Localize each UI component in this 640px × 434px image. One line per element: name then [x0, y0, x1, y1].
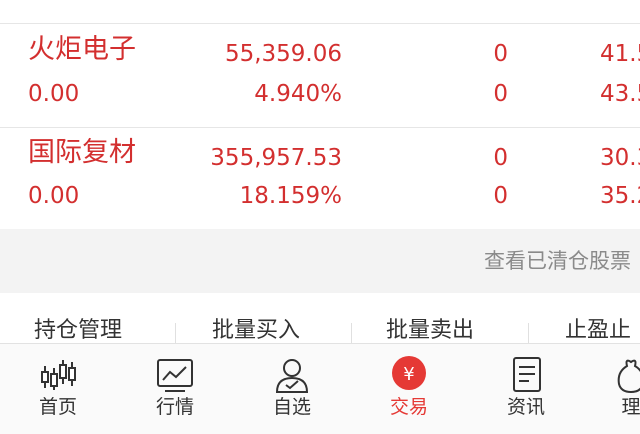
- position-row[interactable]: 国际复材 355,957.53 0 30.3 0.00 18.159% 0 35…: [0, 128, 640, 232]
- tab-label: 资讯: [506, 396, 545, 418]
- chart-icon: [157, 359, 193, 392]
- available-quantity: 0: [493, 183, 508, 209]
- profit-loss: 0.00: [28, 183, 80, 209]
- action-separator: [528, 323, 529, 343]
- cost-price: 43.5: [600, 81, 640, 107]
- tab-label: 自选: [272, 396, 311, 418]
- action-separator: [175, 323, 176, 343]
- wealth-icon: [617, 359, 640, 394]
- take-profit-stop-loss-button[interactable]: 止盈止: [565, 317, 631, 343]
- position-row[interactable]: 火炬电子 55,359.06 0 41.5 0.00 4.940% 0 43.5: [0, 24, 640, 128]
- tab-home[interactable]: 首页: [13, 344, 103, 434]
- user-icon: [275, 359, 309, 393]
- tab-wealth[interactable]: 理: [586, 344, 640, 434]
- position-ratio: 18.159%: [239, 183, 342, 209]
- price: 30.3: [600, 145, 640, 171]
- tab-market[interactable]: 行情: [130, 344, 220, 434]
- tab-trade[interactable]: ¥ 交易: [364, 344, 454, 434]
- manage-positions-button[interactable]: 持仓管理: [34, 317, 122, 343]
- stock-name: 国际复材: [28, 137, 136, 168]
- available-quantity: 0: [493, 81, 508, 107]
- tab-label: 首页: [38, 396, 77, 418]
- yen-icon: ¥: [392, 356, 426, 390]
- tab-label: 行情: [155, 396, 194, 418]
- cleared-positions-link[interactable]: 查看已清仓股票: [484, 247, 631, 275]
- tab-watchlist[interactable]: 自选: [247, 344, 337, 434]
- document-icon: [513, 357, 541, 392]
- quantity: 0: [493, 145, 508, 171]
- cost-price: 35.2: [600, 183, 640, 209]
- stock-name: 火炬电子: [28, 34, 136, 65]
- market-value: 55,359.06: [224, 41, 342, 67]
- action-bar: 持仓管理 批量买入 批量卖出 止盈止: [0, 293, 640, 343]
- bottom-tab-bar: 首页 行情 自选 ¥ 交易 资讯 理: [0, 343, 640, 434]
- batch-buy-button[interactable]: 批量买入: [212, 317, 300, 343]
- batch-sell-button[interactable]: 批量卖出: [386, 317, 474, 343]
- tab-news[interactable]: 资讯: [481, 344, 571, 434]
- quantity: 0: [493, 41, 508, 67]
- price: 41.5: [600, 41, 640, 67]
- yen-glyph: ¥: [403, 364, 414, 385]
- tab-label: 理: [621, 396, 640, 418]
- action-separator: [351, 323, 352, 343]
- market-value: 355,957.53: [210, 145, 342, 171]
- profit-loss: 0.00: [28, 81, 80, 107]
- candlestick-icon: [41, 360, 76, 390]
- tab-label: 交易: [389, 396, 428, 418]
- position-ratio: 4.940%: [254, 81, 342, 107]
